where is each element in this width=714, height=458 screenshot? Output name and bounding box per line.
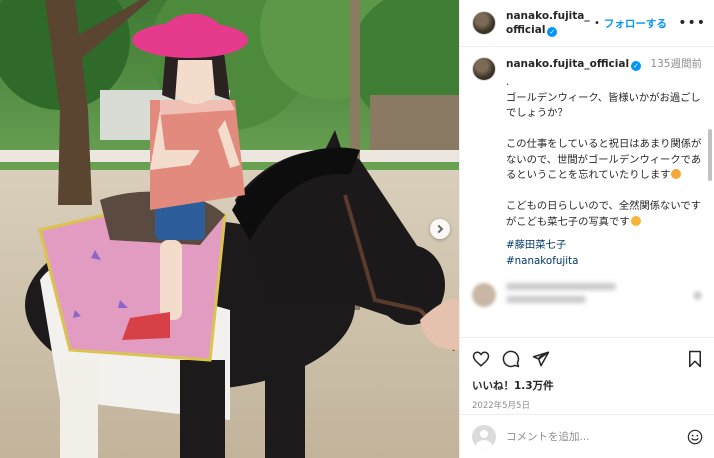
current-user-avatar bbox=[472, 424, 496, 449]
comments-section: nanako.fujita_official ✓ 135週間前 . ゴールデンウィ… bbox=[460, 47, 714, 337]
author-username[interactable]: nanako.fujita_official ✓ bbox=[506, 9, 590, 37]
verified-badge-icon: ✓ bbox=[547, 27, 558, 37]
caption-paragraph-1: . ゴールデンウィーク、皆様いかがお過ごしでしょうか？ この仕事をしていると祝日… bbox=[506, 76, 702, 181]
separator-dot: • bbox=[594, 17, 600, 29]
more-options-icon[interactable]: ••• bbox=[678, 15, 706, 31]
verified-badge-icon: ✓ bbox=[631, 61, 642, 71]
comments-scrollbar[interactable] bbox=[708, 129, 712, 181]
commenter-avatar bbox=[472, 283, 496, 307]
blurred-comment bbox=[472, 283, 702, 309]
heart-icon[interactable] bbox=[472, 350, 490, 368]
share-icon[interactable] bbox=[532, 350, 550, 368]
hashtag-link[interactable]: #藤田菜七子 bbox=[506, 238, 702, 254]
caption: nanako.fujita_official ✓ 135週間前 . ゴールデンウィ… bbox=[472, 57, 702, 269]
comment-icon[interactable] bbox=[502, 350, 520, 368]
hashtag-link[interactable]: #nanakofujita bbox=[506, 254, 702, 270]
chevron-right-icon bbox=[434, 224, 444, 234]
author-avatar[interactable] bbox=[472, 11, 496, 35]
comment-input[interactable] bbox=[506, 430, 687, 443]
follow-button[interactable]: フォローする bbox=[604, 16, 667, 31]
post-photo bbox=[0, 0, 459, 458]
save-icon[interactable] bbox=[687, 350, 703, 368]
blurred-comment-text bbox=[506, 283, 616, 309]
post-actions: いいね！1.3万件 2022年5月5日 bbox=[460, 337, 714, 411]
add-comment-bar bbox=[460, 414, 714, 458]
caption-time[interactable]: 135週間前 bbox=[650, 58, 702, 70]
caption-author-avatar[interactable] bbox=[472, 57, 496, 81]
caption-text: . ゴールデンウィーク、皆様いかがお過ごしでしょうか？ この仕事をしていると祝日… bbox=[506, 75, 702, 230]
caption-username[interactable]: nanako.fujita_official bbox=[506, 58, 629, 70]
thinking-emoji-icon bbox=[671, 169, 682, 179]
emoji-icon[interactable] bbox=[687, 429, 703, 445]
photo-girl-on-pony bbox=[0, 0, 459, 458]
post-header: nanako.fujita_official ✓ • フォローする ••• bbox=[460, 0, 714, 47]
smile-emoji-icon bbox=[630, 215, 641, 226]
comment-like-icon bbox=[693, 291, 702, 300]
likes-count[interactable]: いいね！1.3万件 bbox=[472, 378, 703, 393]
caption-paragraph-2: こどもの日らしいので、全然関係ないですがこども菜七子の写真です bbox=[506, 200, 701, 228]
next-image-button[interactable] bbox=[430, 219, 450, 239]
post-date[interactable]: 2022年5月5日 bbox=[472, 399, 703, 411]
post-side-panel: nanako.fujita_official ✓ • フォローする ••• nan… bbox=[459, 0, 714, 458]
